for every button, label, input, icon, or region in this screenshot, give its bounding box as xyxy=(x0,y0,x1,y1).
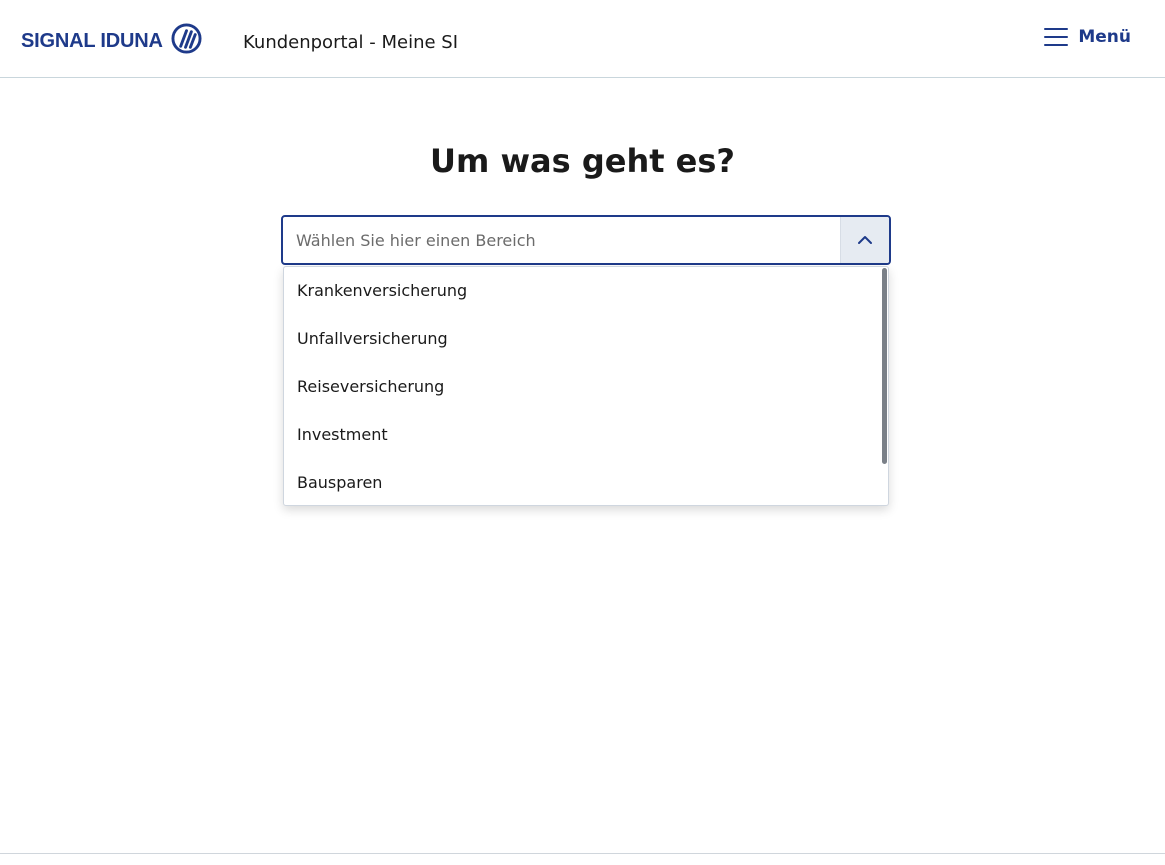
footer-divider xyxy=(0,853,1165,854)
menu-label: Menü xyxy=(1078,27,1131,47)
select-placeholder: Wählen Sie hier einen Bereich xyxy=(296,230,536,250)
option-krankenversicherung[interactable]: Krankenversicherung xyxy=(284,267,888,315)
portal-title: Kundenportal - Meine SI xyxy=(243,32,459,53)
page-heading: Um was geht es? xyxy=(430,142,735,180)
area-select[interactable]: Wählen Sie hier einen Bereich xyxy=(281,215,891,265)
option-bausparen[interactable]: Bausparen xyxy=(284,459,888,505)
dropdown-scrollbar[interactable] xyxy=(882,268,887,464)
logo-mark-icon xyxy=(171,22,202,54)
option-investment[interactable]: Investment xyxy=(284,411,888,459)
option-reiseversicherung[interactable]: Reiseversicherung xyxy=(284,363,888,411)
option-unfallversicherung[interactable]: Unfallversicherung xyxy=(284,315,888,363)
menu-button[interactable]: Menü xyxy=(1044,27,1131,47)
select-toggle-button[interactable] xyxy=(840,217,889,263)
site-header: SIGNAL IDUNA Kundenportal - Meine SI Men… xyxy=(0,0,1165,78)
logo-text: SIGNAL IDUNA xyxy=(21,30,163,52)
select-dropdown-list[interactable]: Krankenversicherung Unfallversicherung R… xyxy=(283,266,889,506)
signal-iduna-logo[interactable]: SIGNAL IDUNA xyxy=(21,21,202,55)
chevron-up-icon xyxy=(858,236,872,244)
hamburger-icon xyxy=(1044,28,1069,46)
option-list: Krankenversicherung Unfallversicherung R… xyxy=(284,267,888,505)
